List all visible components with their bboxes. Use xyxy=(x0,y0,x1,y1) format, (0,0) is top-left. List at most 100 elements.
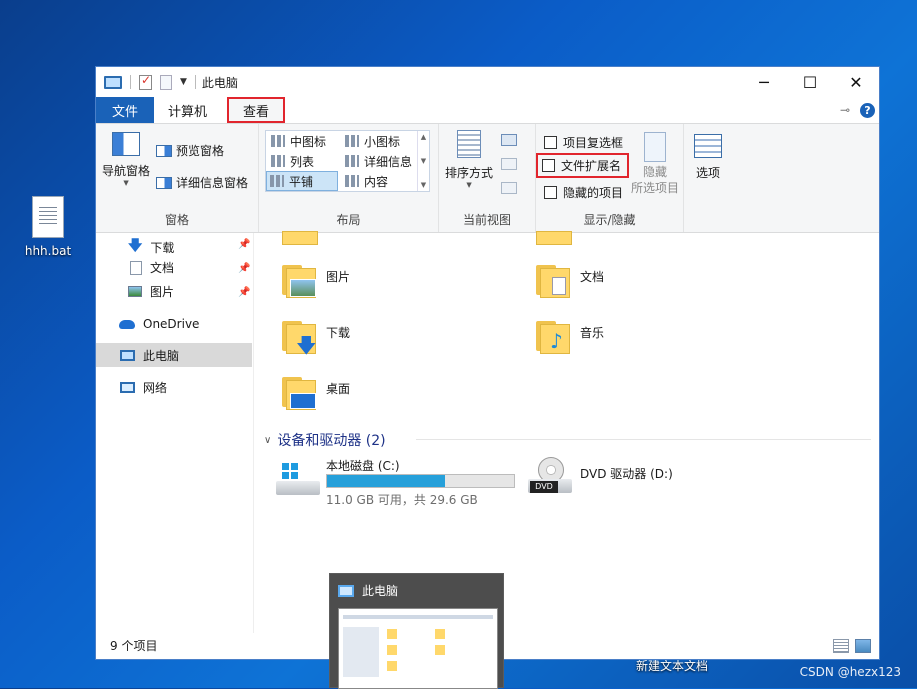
tab-view[interactable]: 查看 xyxy=(227,97,286,123)
sort-by-button[interactable]: 排序方式 ▼ xyxy=(445,130,493,189)
scroll-down-icon[interactable]: ▼ xyxy=(421,157,426,165)
nav-item-onedrive[interactable]: OneDrive xyxy=(119,317,199,331)
tab-computer[interactable]: 计算机 xyxy=(154,97,221,123)
checkbox[interactable] xyxy=(542,159,555,172)
pin-ribbon-icon[interactable]: ⊸ xyxy=(840,103,850,117)
new-folder-icon[interactable] xyxy=(160,74,172,90)
hide-selected-items-button[interactable]: 隐藏 所选项目 xyxy=(631,132,679,196)
folder-desktop-label[interactable]: 桌面 xyxy=(326,380,350,397)
scroll-up-icon[interactable]: ▲ xyxy=(421,133,426,141)
desktop-icon-hhh-bat[interactable]: hhh.bat xyxy=(22,196,74,258)
add-columns-icon[interactable] xyxy=(501,158,517,170)
item-checkboxes-toggle[interactable]: 项目复选框 xyxy=(544,134,623,151)
thumbnail-image xyxy=(338,608,498,689)
nav-item-pictures[interactable]: 图片 xyxy=(128,283,174,300)
options-label: 选项 xyxy=(695,166,720,180)
folder-3d-objects-icon[interactable] xyxy=(282,231,318,245)
sort-by-label: 排序方式 xyxy=(445,166,494,180)
preview-pane-button[interactable]: 预览窗格 xyxy=(156,142,224,159)
nav-item-this-pc[interactable]: 此电脑 xyxy=(96,343,252,367)
size-columns-icon[interactable] xyxy=(501,182,517,194)
hide-label-line2: 所选项目 xyxy=(631,181,680,195)
options-button[interactable]: 选项 xyxy=(694,134,722,181)
minimize-icon[interactable]: ─ xyxy=(741,67,787,97)
checkbox[interactable] xyxy=(544,186,557,199)
pin-icon[interactable]: 📌 xyxy=(238,239,250,250)
devices-section-header[interactable]: ∨ 设备和驱动器 (2) xyxy=(264,430,386,450)
group-label-pane: 窗格 xyxy=(164,213,189,227)
layout-gallery: 中图标 小图标 列表 详细信息 平铺 内容 ▲ ▼ ▼ xyxy=(265,130,430,192)
file-extensions-toggle[interactable]: 文件扩展名 xyxy=(536,153,630,178)
drive-d-label[interactable]: DVD 驱动器 (D:) xyxy=(580,465,673,482)
item-count: 9 个项目 xyxy=(110,638,158,653)
nav-item-label: 此电脑 xyxy=(143,348,180,363)
layout-tiles[interactable]: 平铺 xyxy=(266,171,338,191)
thumbnail-header: 此电脑 xyxy=(330,574,503,607)
local-disk-icon[interactable] xyxy=(276,463,320,495)
group-label-layout: 布局 xyxy=(336,213,361,227)
pin-icon[interactable]: 📌 xyxy=(238,263,250,274)
layout-medium-icons-label: 中图标 xyxy=(290,134,327,149)
drive-c-label[interactable]: 本地磁盘 (C:) xyxy=(326,457,400,474)
navigation-pane: 🡇 下载 📌 文档 📌 图片 📌 OneDrive 此电脑 网络 xyxy=(96,233,254,633)
layout-details[interactable]: 详细信息 xyxy=(342,151,415,171)
layout-list[interactable]: 列表 xyxy=(268,151,317,171)
nav-item-network[interactable]: 网络 xyxy=(120,379,167,396)
properties-icon[interactable] xyxy=(139,73,152,90)
navigation-pane-label: 导航窗格 xyxy=(102,164,151,178)
tab-file[interactable]: 文件 xyxy=(96,97,155,123)
group-label-current-view: 当前视图 xyxy=(462,213,511,227)
group-by-icon[interactable] xyxy=(501,134,517,146)
layout-content[interactable]: 内容 xyxy=(342,171,391,191)
picture-icon xyxy=(128,286,142,297)
watermark: CSDN @hezx123 xyxy=(799,665,901,679)
folder-documents-label[interactable]: 文档 xyxy=(580,268,604,285)
explorer-window: ▼ 此电脑 ─ ☐ ✕ 文件 计算机 查看 ⊸ ? 导航窗格 ▼ 预览 xyxy=(95,66,880,660)
chevron-down-icon: ∨ xyxy=(264,434,272,446)
thumbnail-title: 此电脑 xyxy=(362,584,399,598)
help-icon[interactable]: ? xyxy=(860,102,875,118)
this-pc-icon xyxy=(338,584,354,597)
file-extensions-label: 文件扩展名 xyxy=(561,159,622,173)
folder-videos-icon[interactable] xyxy=(536,231,572,245)
taskbar-thumbnail-preview[interactable]: 此电脑 xyxy=(329,573,504,689)
folder-music-label[interactable]: 音乐 xyxy=(580,324,604,341)
music-note-icon: ♪ xyxy=(550,329,563,353)
layout-medium-icons[interactable]: 中图标 xyxy=(268,131,329,151)
bat-file-icon xyxy=(32,196,64,238)
folder-downloads-label[interactable]: 下载 xyxy=(326,324,350,341)
details-view-icon[interactable] xyxy=(833,639,849,653)
folder-documents-icon[interactable] xyxy=(536,265,572,301)
folder-pictures-label[interactable]: 图片 xyxy=(326,268,350,285)
nav-item-documents[interactable]: 文档 xyxy=(130,259,174,276)
onedrive-cloud-icon xyxy=(119,319,135,329)
options-icon xyxy=(694,134,722,158)
navigation-pane-button[interactable]: 导航窗格 ▼ xyxy=(102,132,150,187)
view-switcher xyxy=(833,639,871,653)
customize-toolbar-chevron-icon[interactable]: ▼ xyxy=(180,77,187,87)
close-icon[interactable]: ✕ xyxy=(833,67,879,97)
maximize-icon[interactable]: ☐ xyxy=(787,67,833,97)
checkbox[interactable] xyxy=(544,136,557,149)
folder-pictures-icon[interactable] xyxy=(282,265,318,301)
layout-gallery-scroller[interactable]: ▲ ▼ ▼ xyxy=(417,131,429,191)
details-pane-button[interactable]: 详细信息窗格 xyxy=(156,174,248,191)
ribbon-group-options: 选项 xyxy=(684,124,736,232)
network-icon xyxy=(120,382,135,393)
folder-downloads-icon[interactable]: 🡇 xyxy=(282,321,318,357)
dvd-drive-icon[interactable]: DVD xyxy=(528,457,572,493)
pin-icon[interactable]: 📌 xyxy=(238,287,250,298)
expand-gallery-icon[interactable]: ▼ xyxy=(421,181,426,189)
folder-desktop-icon[interactable] xyxy=(282,377,318,413)
folder-music-icon[interactable]: ♪ xyxy=(536,321,572,357)
sort-by-icon xyxy=(457,130,481,158)
large-icons-view-icon[interactable] xyxy=(855,639,871,653)
hidden-items-toggle[interactable]: 隐藏的项目 xyxy=(544,184,623,201)
layout-small-icons[interactable]: 小图标 xyxy=(342,131,403,151)
nav-item-downloads[interactable]: 🡇 下载 xyxy=(128,235,174,259)
layout-details-label: 详细信息 xyxy=(364,154,413,169)
preview-pane-label: 预览窗格 xyxy=(176,144,225,158)
windows-logo-icon xyxy=(282,463,298,479)
devices-section-title: 设备和驱动器 (2) xyxy=(277,433,386,449)
nav-item-label: OneDrive xyxy=(143,317,200,331)
